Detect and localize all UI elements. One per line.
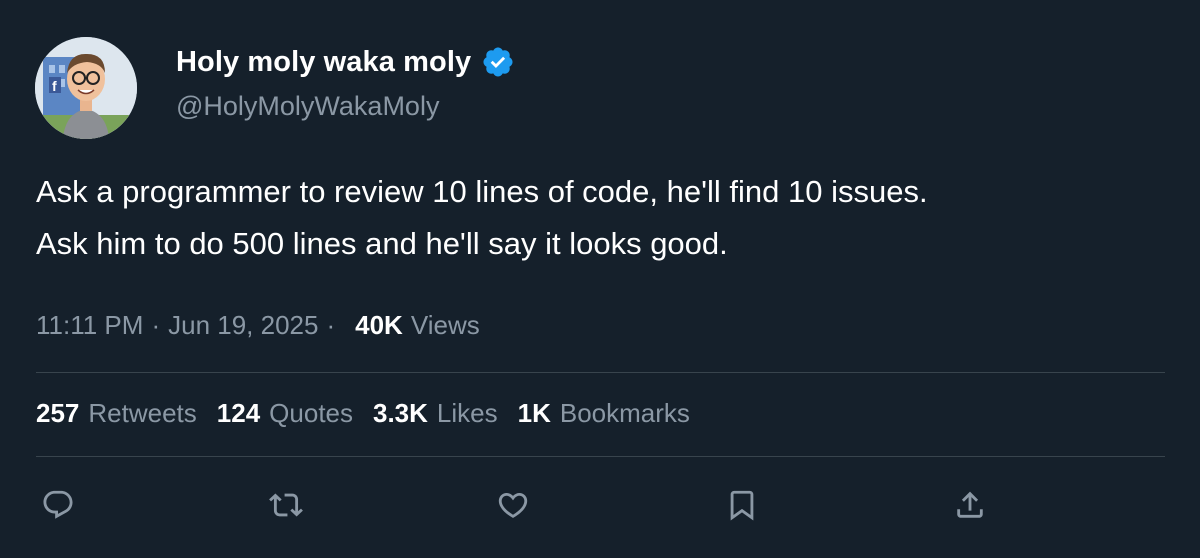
- quotes-label: Quotes: [269, 398, 353, 428]
- user-handle[interactable]: @HolyMolyWakaMoly: [176, 91, 439, 122]
- views-label: Views: [410, 310, 480, 340]
- verified-badge-icon[interactable]: [481, 45, 515, 79]
- tweet-text-line: Ask a programmer to review 10 lines of c…: [36, 174, 928, 209]
- like-button[interactable]: [493, 485, 533, 525]
- likes-stat[interactable]: 3.3K Likes: [373, 398, 498, 429]
- divider: [36, 372, 1165, 373]
- retweets-stat[interactable]: 257 Retweets: [36, 398, 197, 429]
- tweet-date[interactable]: Jun 19, 2025: [168, 310, 318, 341]
- svg-text:f: f: [52, 78, 57, 94]
- bookmarks-label: Bookmarks: [559, 398, 690, 428]
- bookmarks-count: 1K: [517, 398, 551, 428]
- avatar-image: f: [35, 37, 137, 139]
- meta-separator: ·: [326, 310, 336, 340]
- retweets-label: Retweets: [88, 398, 197, 428]
- quotes-count: 124: [216, 398, 261, 428]
- tweet-card: f Holy moly waka moly @HolyMolyWakaMoly …: [0, 0, 1200, 558]
- tweet-meta: 11:11 PM · Jun 19, 2025 · 40K Views: [36, 310, 480, 341]
- quotes-stat[interactable]: 124 Quotes: [217, 398, 353, 429]
- tweet-text: Ask a programmer to review 10 lines of c…: [36, 166, 1166, 270]
- bookmark-button[interactable]: [722, 485, 762, 525]
- like-icon: [498, 492, 528, 518]
- likes-label: Likes: [436, 398, 498, 428]
- likes-count: 3.3K: [373, 398, 428, 428]
- divider: [36, 456, 1165, 457]
- display-name[interactable]: Holy moly waka moly: [176, 46, 471, 79]
- retweet-button[interactable]: [266, 485, 306, 525]
- meta-separator: ·: [151, 310, 161, 340]
- tweet-time[interactable]: 11:11 PM: [36, 310, 143, 341]
- action-bar: [0, 485, 1200, 525]
- retweet-icon: [269, 493, 303, 517]
- engagement-stats: 257 Retweets 124 Quotes 3.3K Likes 1K Bo…: [36, 398, 710, 429]
- reply-icon: [43, 490, 73, 519]
- tweet-text-line: Ask him to do 500 lines and he'll say it…: [36, 226, 728, 261]
- retweets-count: 257: [36, 398, 80, 428]
- bookmark-icon: [730, 490, 754, 521]
- views-count: 40K: [355, 310, 403, 340]
- share-button[interactable]: [950, 485, 990, 525]
- avatar[interactable]: f: [35, 37, 137, 139]
- author-row: Holy moly waka moly: [176, 42, 515, 82]
- share-icon: [957, 491, 983, 518]
- bookmarks-stat[interactable]: 1K Bookmarks: [518, 398, 690, 429]
- reply-button[interactable]: [38, 485, 78, 525]
